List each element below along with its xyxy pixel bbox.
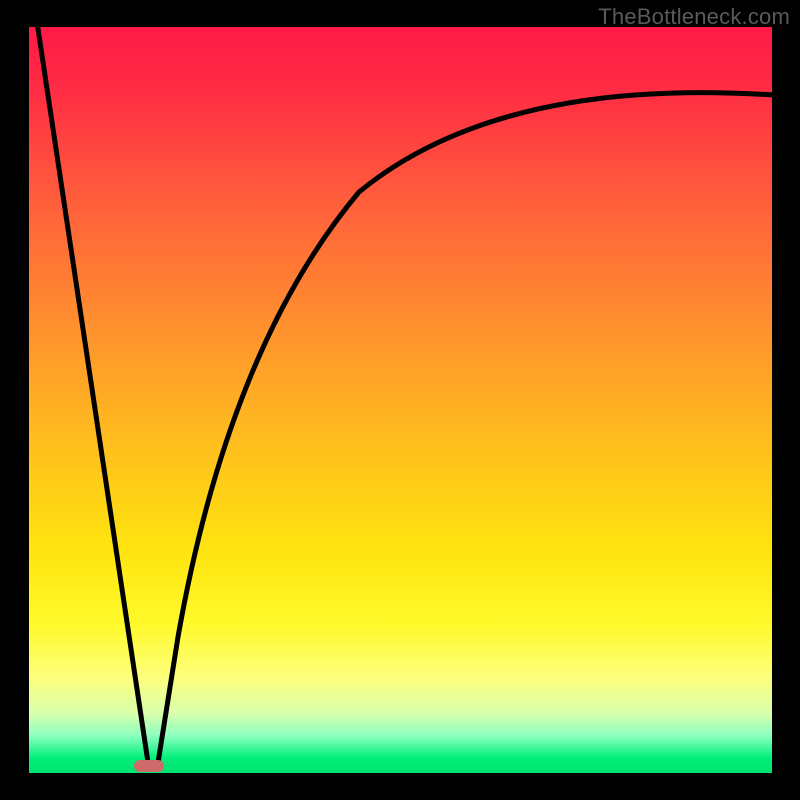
- plot-area: [29, 27, 772, 773]
- watermark-text: TheBottleneck.com: [598, 4, 790, 30]
- optimal-point-marker: [134, 760, 164, 772]
- curve-left-branch: [37, 27, 149, 769]
- curve-right-branch: [157, 93, 772, 769]
- chart-frame: TheBottleneck.com: [0, 0, 800, 800]
- bottleneck-curve: [29, 27, 772, 773]
